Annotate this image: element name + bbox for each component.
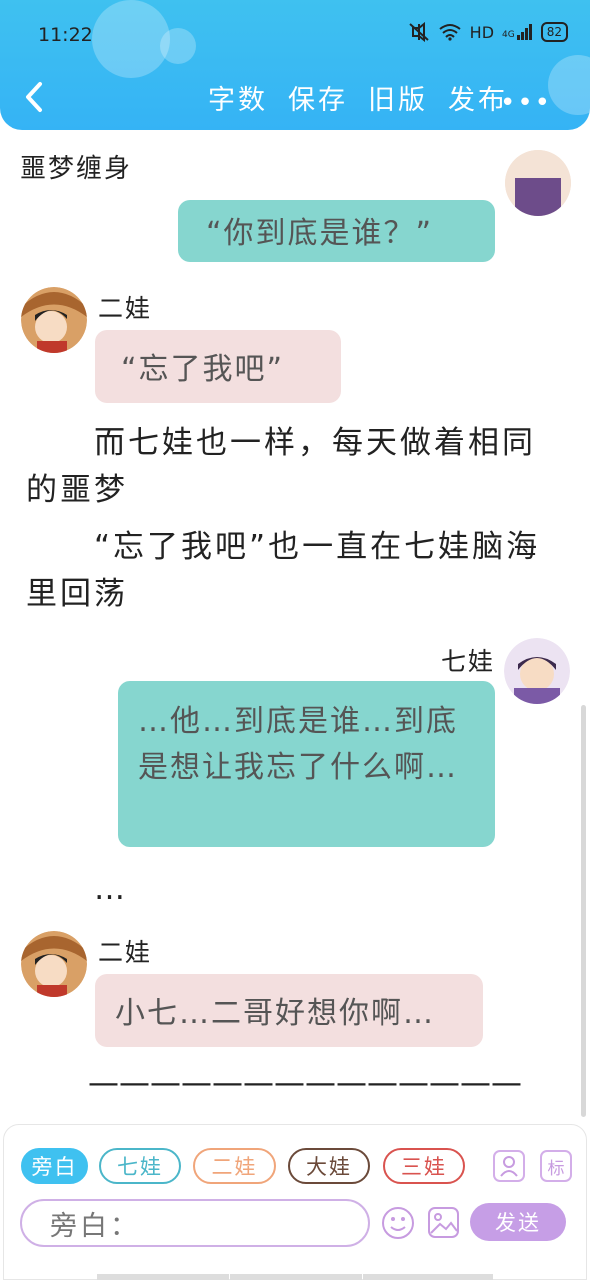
message-bubble[interactable]: “忘了我吧” (95, 330, 341, 403)
message-bubble[interactable]: 小七…二哥好想你啊… (95, 974, 483, 1047)
signal-bars-icon (516, 24, 532, 40)
role-chip-qiwa[interactable]: 七娃 (99, 1148, 181, 1184)
word-count-button[interactable]: 字数 (208, 78, 268, 117)
more-options-icon[interactable]: ••• (500, 88, 552, 118)
decor-bubble (92, 0, 170, 78)
avatar-erwa (21, 287, 87, 353)
bottom-divider-segment (363, 1274, 493, 1280)
decor-bubble-small (160, 28, 196, 64)
avatar-erwa (21, 931, 87, 997)
message-text: …他…到底是谁…到底是想让我忘了什么啊… (138, 704, 458, 785)
signal-label: 4G (502, 30, 515, 40)
message-bubble[interactable]: …他…到底是谁…到底是想让我忘了什么啊… (118, 681, 495, 847)
message-input[interactable]: 旁白： (20, 1199, 370, 1247)
header-toolbar: 字数 保存 旧版 发布 (208, 78, 508, 117)
character-profile-icon[interactable] (493, 1150, 525, 1182)
narration-text[interactable]: —————————————— (26, 1060, 566, 1107)
speaker-name: 七娃 (441, 647, 496, 676)
avatar-qiwa (505, 150, 571, 216)
speaker-name: 二娃 (98, 938, 153, 967)
bottom-divider-segment (97, 1274, 229, 1280)
save-button[interactable]: 保存 (288, 78, 348, 117)
narration-text[interactable]: 而七娃也一样，每天做着相同的噩梦 (26, 420, 546, 514)
avatar-qiwa (504, 638, 570, 704)
speaker-name: 二娃 (98, 294, 153, 323)
mark-button[interactable]: 标 (540, 1150, 572, 1182)
old-version-button[interactable]: 旧版 (368, 78, 428, 117)
decor-bubble-right (548, 55, 590, 115)
app-header: 11:22 HD 4G 82 字数 保存 旧版 发布 ••• (0, 0, 590, 130)
narration-text[interactable]: “忘了我吧”也一直在七娃脑海里回荡 (26, 524, 546, 618)
role-chip-erwa[interactable]: 二娃 (193, 1148, 276, 1184)
role-chip-dawa[interactable]: 大娃 (288, 1148, 370, 1184)
mute-icon (408, 22, 429, 42)
narration-text[interactable]: … (26, 866, 546, 913)
back-arrow-icon[interactable] (20, 80, 50, 114)
image-icon[interactable] (427, 1206, 460, 1239)
bottom-divider-segment (230, 1274, 362, 1280)
story-title: 噩梦缠身 (20, 154, 133, 184)
message-text: “你到底是谁？” (206, 216, 434, 251)
scrollbar[interactable] (581, 705, 586, 1117)
message-text: 小七…二哥好想你啊… (115, 996, 435, 1031)
role-chip-narrator[interactable]: 旁白 (21, 1148, 88, 1184)
send-button[interactable]: 发送 (470, 1203, 566, 1241)
network-label: HD (469, 22, 495, 42)
status-time: 11:22 (38, 24, 93, 46)
emoji-icon[interactable] (381, 1206, 415, 1240)
role-chip-sanwa[interactable]: 三娃 (383, 1148, 465, 1184)
message-text: “忘了我吧” (121, 352, 285, 387)
battery-indicator: 82 (540, 22, 568, 42)
signal-icon: 4G (502, 24, 533, 40)
wifi-icon (439, 24, 461, 41)
message-bubble[interactable]: “你到底是谁？” (178, 200, 495, 262)
status-icons: HD 4G 82 (408, 22, 568, 42)
